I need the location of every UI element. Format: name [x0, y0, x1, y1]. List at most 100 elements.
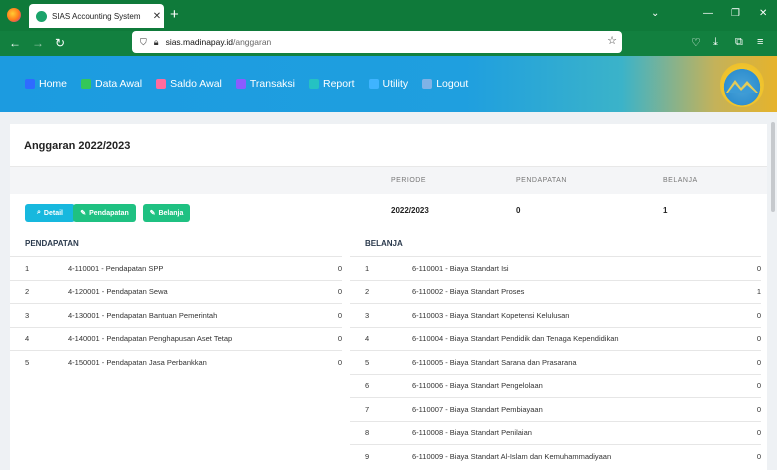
table-row: 2 6-110002 - Biaya Standart Proses 1	[350, 279, 761, 304]
report-icon	[309, 79, 319, 89]
row-name: 4-130001 - Pendapatan Bantuan Pemerintah	[68, 310, 218, 320]
pencil-icon: ✎	[149, 210, 156, 217]
menu-item-report[interactable]: Report	[309, 78, 355, 90]
edit-icon	[156, 79, 167, 89]
table-row: 5 6-110005 - Biaya Standart Sarana dan Pr…	[350, 350, 761, 374]
site-favicon-icon	[36, 10, 47, 22]
table-row: 3 4-130001 - Pendapatan Bantuan Pemerinta…	[10, 303, 342, 327]
menu-item-saldo-awal[interactable]: Saldo Awal	[156, 78, 222, 90]
new-tab-icon[interactable]: +	[170, 6, 179, 23]
belanja-button-label: Belanja	[158, 209, 184, 217]
bookmark-star-icon[interactable]: ☆	[607, 34, 617, 47]
row-no: 2	[25, 287, 30, 297]
value-pendapatan: 0	[516, 206, 521, 215]
detail-button[interactable]: ⌕ Detail	[25, 204, 75, 222]
row-amount: 0	[756, 334, 761, 344]
table-row: 4 6-110004 - Biaya Standart Pendidik dan …	[350, 326, 761, 351]
row-no: 8	[365, 428, 370, 438]
menu-item-logout[interactable]: Logout	[422, 78, 468, 90]
shield-icon[interactable]: ⛉	[140, 37, 147, 48]
row-amount: 0	[337, 263, 342, 273]
menu-item-label: Utility	[382, 78, 409, 90]
header-periode: PERIODE	[391, 177, 427, 184]
table-row: 1 4-110001 - Pendapatan SPP 0	[10, 256, 342, 280]
summary-header-bar	[10, 167, 767, 194]
menu-item-home[interactable]: Home	[25, 78, 67, 90]
row-amount: 0	[337, 334, 342, 344]
search-icon: ⌕	[37, 209, 41, 216]
app-menu-icon[interactable]: ≡	[757, 36, 763, 48]
row-name: 6-110003 - Biaya Standart Kopetensi Kelu…	[412, 310, 570, 320]
pencil-icon: ✎	[80, 210, 87, 217]
table-row: 6 6-110006 - Biaya Standart Pengelolaan 0	[350, 373, 761, 398]
detail-button-label: Detail	[43, 209, 63, 217]
menu-item-utility[interactable]: Utility	[368, 78, 409, 90]
browser-tab[interactable]: SIAS Accounting System ✕	[29, 4, 164, 28]
row-name: 4-140001 - Pendapatan Penghapusan Aset T…	[68, 334, 233, 344]
app-logo	[720, 63, 764, 107]
row-amount: 0	[756, 381, 761, 391]
page-title: Anggaran 2022/2023	[24, 140, 131, 152]
row-no: 2	[365, 287, 370, 297]
header-belanja: BELANJA	[663, 177, 698, 184]
row-amount: 1	[756, 287, 761, 297]
menu-item-label: Transaksi	[249, 78, 295, 90]
downloads-icon[interactable]: ⤓	[713, 36, 718, 49]
reload-icon[interactable]: ↻	[55, 36, 65, 50]
row-no: 3	[25, 310, 30, 320]
row-name: 6-110009 - Biaya Standart Al-Islam dan K…	[412, 451, 612, 461]
url-bar[interactable]: ⛉ 🔒︎ sias.madinapay.id/anggaran ☆	[132, 31, 622, 53]
row-amount: 0	[337, 357, 342, 367]
table-row: 1 6-110001 - Biaya Standart Isi 0	[350, 256, 761, 280]
monitor-icon	[81, 79, 92, 89]
pendapatan-button[interactable]: ✎ Pendapatan	[73, 204, 136, 222]
row-amount: 0	[756, 451, 761, 461]
tab-list-chevron-icon[interactable]: ⌄	[651, 8, 659, 19]
scrollbar-thumb[interactable]	[771, 122, 775, 212]
extensions-icon[interactable]: ⧉	[735, 36, 743, 49]
row-name: 6-110008 - Biaya Standart Penilaian	[412, 428, 532, 438]
row-name: 6-110006 - Biaya Standart Pengelolaan	[412, 381, 543, 391]
window-close-icon[interactable]: ✕	[759, 8, 767, 19]
row-amount: 0	[337, 287, 342, 297]
table-row: 7 6-110007 - Biaya Standart Pembiayaan 0	[350, 397, 761, 421]
row-amount: 0	[756, 310, 761, 320]
menu-item-transaksi[interactable]: Transaksi	[235, 78, 295, 90]
firefox-icon[interactable]	[7, 8, 21, 22]
home-icon	[25, 79, 35, 89]
row-name: 6-110005 - Biaya Standart Sarana dan Pra…	[412, 357, 577, 367]
url-host: sias.madinapay.id	[165, 37, 233, 47]
tab-close-icon[interactable]: ✕	[150, 11, 164, 22]
back-icon[interactable]: ←	[9, 36, 21, 50]
row-name: 6-110001 - Biaya Standart Isi	[412, 263, 509, 273]
url-text: sias.madinapay.id/anggaran	[166, 37, 272, 47]
table-row: 8 6-110008 - Biaya Standart Penilaian 0	[350, 420, 761, 445]
lock-icon[interactable]: 🔒︎	[154, 37, 159, 48]
row-no: 4	[25, 334, 30, 344]
row-name: 4-150001 - Pendapatan Jasa Perbankkan	[68, 357, 207, 367]
row-no: 7	[365, 404, 370, 414]
row-amount: 0	[756, 263, 761, 273]
pendapatan-section-title: PENDAPATAN	[25, 239, 79, 248]
belanja-section-title: BELANJA	[365, 239, 403, 248]
restore-icon[interactable]: ❐	[731, 8, 740, 19]
menu-item-label: Home	[39, 78, 68, 90]
forward-icon[interactable]: →	[32, 36, 44, 50]
row-name: 6-110007 - Biaya Standart Pembiayaan	[412, 404, 543, 414]
menu-item-label: Data Awal	[95, 78, 143, 90]
row-no: 9	[365, 451, 370, 461]
pocket-icon[interactable]: ♡	[691, 36, 701, 49]
menu-item-data-awal[interactable]: Data Awal	[81, 78, 142, 90]
table-row: 4 4-140001 - Pendapatan Penghapusan Aset …	[10, 326, 342, 351]
belanja-button[interactable]: ✎ Belanja	[143, 204, 190, 222]
row-no: 3	[365, 310, 370, 320]
row-name: 4-110001 - Pendapatan SPP	[68, 263, 164, 273]
value-periode: 2022/2023	[391, 206, 429, 215]
row-amount: 0	[756, 428, 761, 438]
menu-item-label: Report	[323, 78, 355, 90]
header-pendapatan: PENDAPATAN	[516, 177, 567, 184]
row-name: 6-110004 - Biaya Standart Pendidik dan T…	[412, 334, 619, 344]
minimize-icon[interactable]: —	[703, 8, 713, 19]
row-no: 4	[365, 334, 370, 344]
menu-item-label: Saldo Awal	[170, 78, 222, 90]
